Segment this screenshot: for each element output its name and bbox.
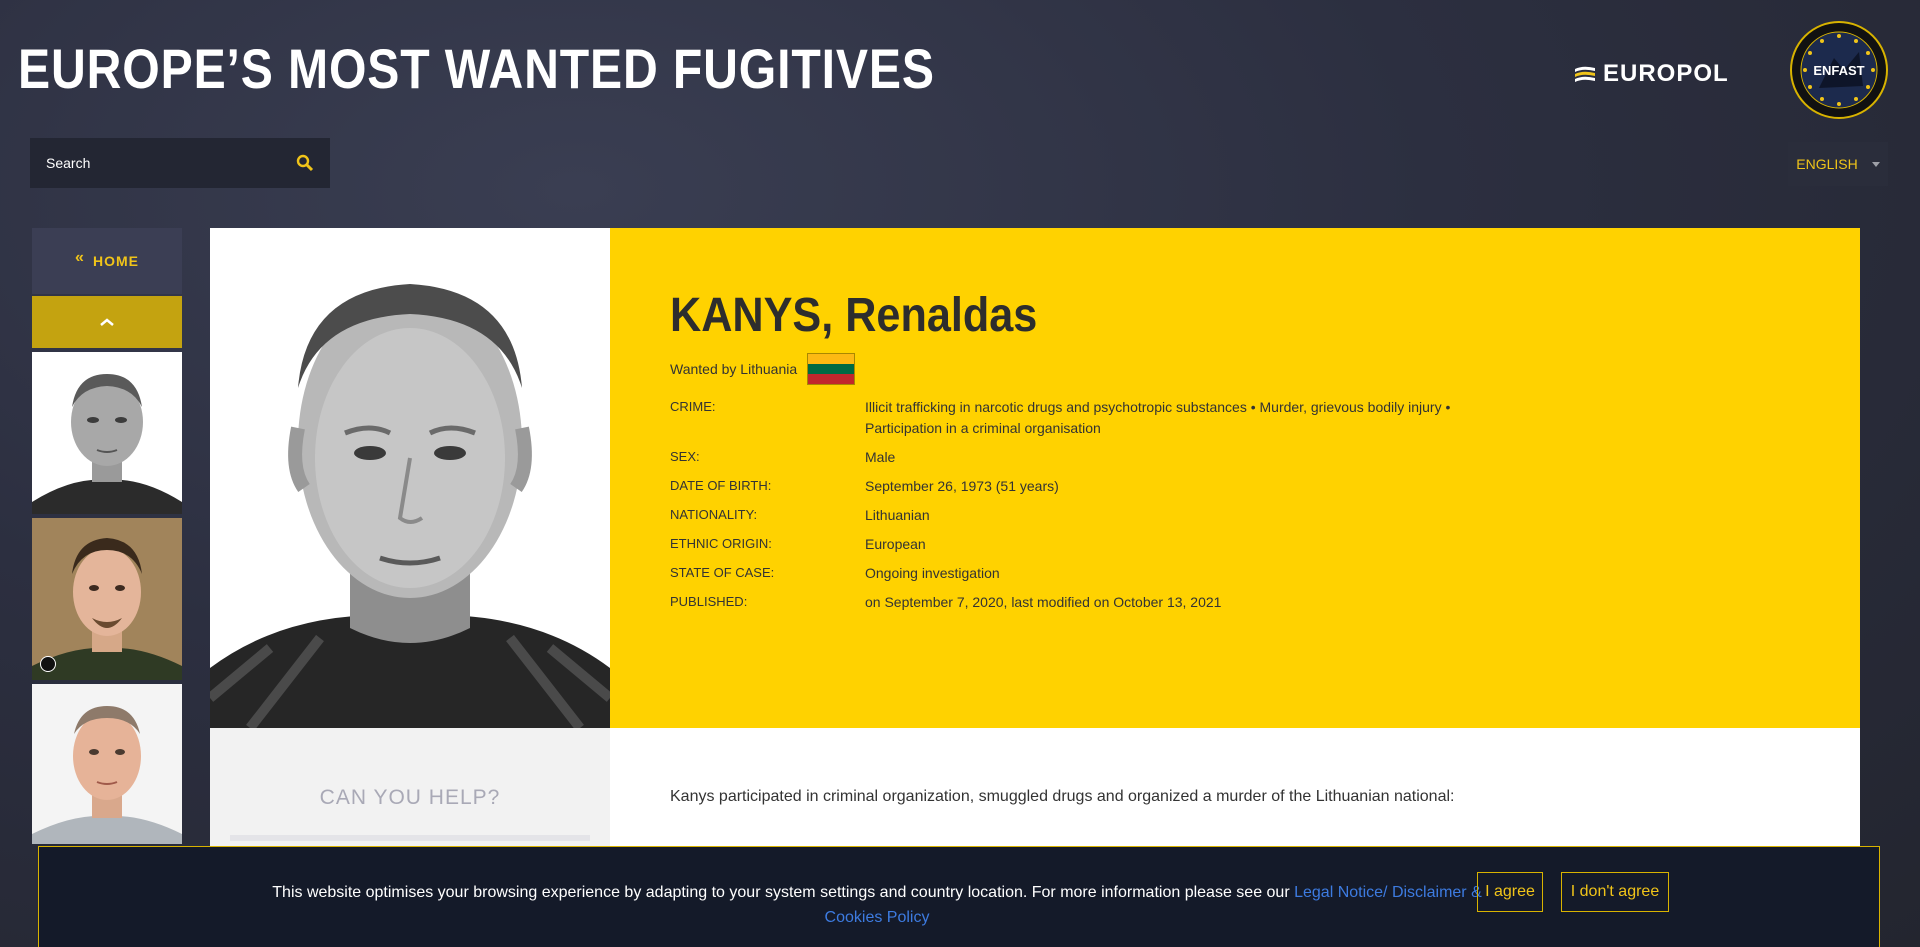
can-you-help-title: CAN YOU HELP?: [319, 786, 501, 809]
fugitive-photo-thumbnail: [32, 518, 182, 680]
detail-row-sex: SEX: Male: [670, 447, 1860, 468]
fugitive-photo: [210, 228, 610, 728]
enfast-seal-logo[interactable]: ENFAST: [1789, 20, 1889, 120]
fugitive-info-panel: KANYS, Renaldas Wanted by Lithuania CRIM…: [610, 228, 1860, 728]
help-form-field[interactable]: [230, 835, 590, 841]
enfast-wordmark: ENFAST: [1813, 63, 1864, 78]
home-button[interactable]: « HOME: [32, 228, 182, 294]
cookie-text: This website optimises your browsing exp…: [272, 884, 1295, 901]
detail-row-crime: CRIME: Illicit trafficking in narcotic d…: [670, 397, 1860, 439]
detail-label: CRIME:: [670, 399, 716, 414]
detail-row-ethnic-origin: ETHNIC ORIGIN: European: [670, 534, 1860, 555]
detail-label: ETHNIC ORIGIN:: [670, 536, 772, 551]
search-label: Search: [46, 155, 91, 171]
case-description: Kanys participated in criminal organizat…: [670, 788, 1455, 805]
fugitive-thumbnail[interactable]: [32, 518, 182, 680]
detail-row-state-of-case: STATE OF CASE: Ongoing investigation: [670, 563, 1860, 584]
cookie-disagree-button[interactable]: I don't agree: [1561, 872, 1669, 912]
fugitive-photo-thumbnail: [32, 352, 182, 514]
detail-row-published: PUBLISHED: on September 7, 2020, last mo…: [670, 592, 1860, 613]
detail-value: European: [865, 536, 926, 552]
wanted-by: Wanted by Lithuania: [670, 353, 1860, 385]
chevron-up-icon: [100, 318, 114, 326]
zoom-icon[interactable]: [40, 656, 56, 672]
fugitive-name: KANYS, Renaldas: [670, 289, 1038, 342]
detail-value: on September 7, 2020, last modified on O…: [865, 594, 1222, 610]
detail-row-nationality: NATIONALITY: Lithuanian: [670, 505, 1860, 526]
language-selected: ENGLISH: [1796, 156, 1858, 172]
search-input[interactable]: Search: [30, 138, 330, 188]
detail-row-date-of-birth: DATE OF BIRTH: September 26, 1973 (51 ye…: [670, 476, 1860, 497]
europol-wordmark: EUROPOL: [1603, 60, 1729, 87]
search-icon[interactable]: [296, 154, 314, 172]
detail-value: Male: [865, 449, 896, 465]
detail-label: SEX:: [670, 449, 700, 464]
detail-value: September 26, 1973 (51 years): [865, 478, 1059, 494]
detail-label: DATE OF BIRTH:: [670, 478, 772, 493]
home-label: HOME: [92, 253, 139, 269]
detail-value: Lithuanian: [865, 507, 930, 523]
europol-logo[interactable]: EUROPOL: [1573, 60, 1729, 88]
wanted-by-text: Wanted by Lithuania: [670, 361, 798, 377]
fugitive-thumbnail[interactable]: [32, 684, 182, 844]
language-select[interactable]: ENGLISH: [1788, 142, 1888, 186]
lithuania-flag-icon: [807, 353, 856, 385]
site-title: EUROPE’S MOST WANTED FUGITIVES: [18, 37, 935, 100]
cookie-message: This website optimises your browsing exp…: [257, 880, 1497, 930]
detail-label: NATIONALITY:: [670, 507, 758, 522]
cookie-banner: This website optimises your browsing exp…: [38, 846, 1880, 947]
double-chevron-left-icon: «: [75, 249, 85, 266]
detail-label: PUBLISHED:: [670, 594, 748, 609]
fugitive-thumbnail[interactable]: [32, 352, 182, 514]
fugitive-portrait-image: [210, 228, 610, 728]
fugitive-photo-thumbnail: [32, 684, 182, 844]
chevron-down-icon: [1871, 161, 1880, 167]
detail-label: STATE OF CASE:: [670, 565, 775, 580]
fugitive-card: KANYS, Renaldas Wanted by Lithuania CRIM…: [210, 228, 1860, 928]
scroll-up-button[interactable]: [32, 296, 182, 348]
fugitive-sidebar: « HOME: [32, 228, 182, 844]
fugitive-details: CRIME: Illicit trafficking in narcotic d…: [670, 397, 1860, 613]
detail-value: Ongoing investigation: [865, 565, 1000, 581]
europol-flag-icon: [1575, 66, 1595, 82]
detail-value: Illicit trafficking in narcotic drugs an…: [865, 399, 1451, 436]
cookie-agree-button[interactable]: I agree: [1477, 872, 1543, 912]
